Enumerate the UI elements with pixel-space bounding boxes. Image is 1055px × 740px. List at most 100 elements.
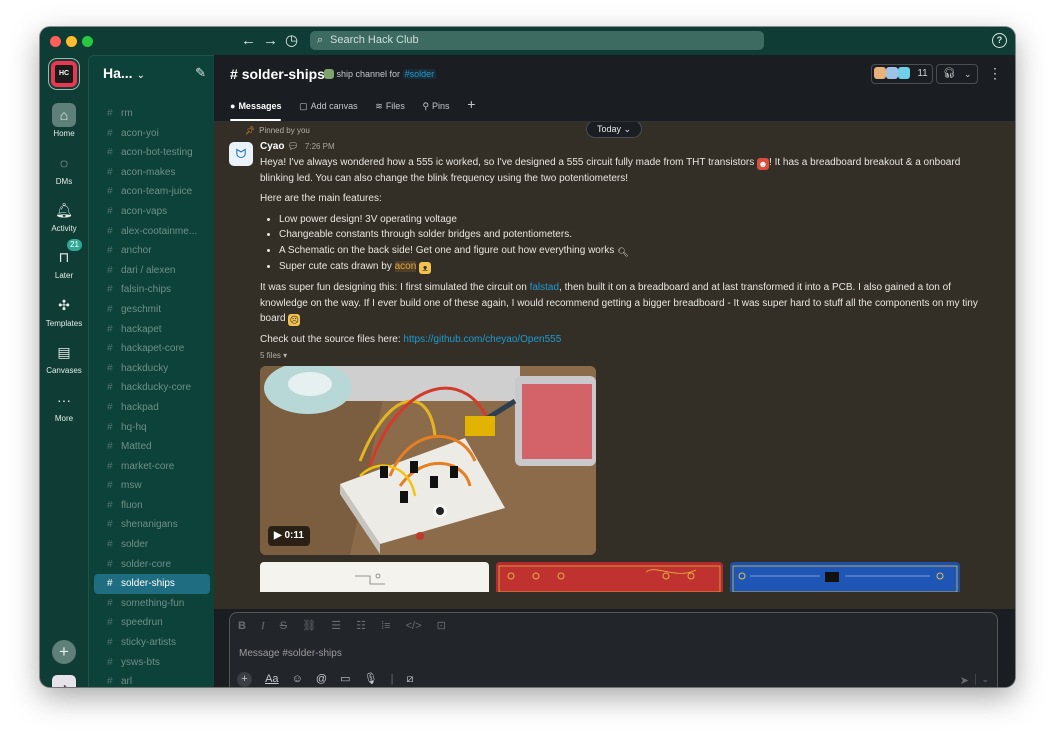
member-avatar [885, 67, 898, 80]
add-workspace-button[interactable]: + [52, 640, 76, 664]
huddle-button[interactable]: 🎧︎ ⌄ [936, 64, 978, 84]
message-time[interactable]: 7:26 PM [305, 142, 335, 151]
rail-item-home[interactable]: ⌂ Home [40, 103, 88, 138]
video-play-button[interactable]: ▶ 0:11 [268, 526, 310, 546]
members-button[interactable]: 11 [871, 64, 933, 84]
sidebar-item-channel[interactable]: # sticky-artists [89, 633, 215, 653]
sidebar-item-channel[interactable]: # geschmit [89, 300, 215, 320]
emoji-icon[interactable]: ☺ [292, 673, 303, 685]
sidebar-item-channel[interactable]: # dari / alexen [89, 261, 215, 281]
bullet-list-icon[interactable]: ☷ [356, 620, 366, 632]
ordered-list-icon[interactable]: ☰ [331, 620, 341, 632]
tab-files[interactable]: ≋ Files [375, 95, 405, 121]
sidebar-item-channel[interactable]: # acon-bot-testing [89, 143, 215, 163]
back-arrow-icon[interactable]: ← [241, 32, 256, 50]
author-avatar[interactable]: ᗢ [229, 142, 253, 166]
sidebar-item-channel[interactable]: # solder [89, 535, 215, 555]
pcb-back-thumbnail[interactable] [730, 562, 960, 592]
attach-plus-button[interactable]: + [237, 672, 252, 687]
add-tab-button[interactable]: + [467, 93, 475, 119]
mention-icon[interactable]: @ [316, 673, 327, 685]
hash-icon: # [107, 480, 113, 492]
link-icon[interactable]: ⛓ [302, 620, 316, 632]
channel-label: arl [121, 676, 133, 687]
sidebar-item-channel[interactable]: # speedrun [89, 613, 215, 633]
sidebar-item-channel[interactable]: # msw [89, 476, 215, 496]
tab-pins[interactable]: ⚲ Pins [422, 95, 449, 121]
formatting-toggle-button[interactable]: Aa [265, 673, 278, 685]
github-link[interactable]: https://github.com/cheyao/Open555 [403, 334, 561, 345]
workspace-logo[interactable]: HC [51, 61, 77, 87]
forward-arrow-icon[interactable]: → [263, 32, 278, 50]
sidebar-item-channel[interactable]: # fluon [89, 496, 215, 516]
code-block-icon[interactable]: ⊡ [437, 620, 446, 632]
bold-icon[interactable]: B [238, 620, 246, 632]
hash-icon: # [107, 499, 113, 511]
author-name[interactable]: Cyao [260, 141, 284, 152]
strikethrough-icon[interactable]: S [280, 620, 287, 632]
rail-item-activity[interactable]: 🔔︎ Activity [40, 198, 88, 233]
channel-label: acon-team-juice [121, 186, 193, 198]
message-input[interactable]: Message #solder-ships [239, 648, 342, 659]
user-avatar[interactable]: ◕ [52, 675, 76, 687]
microphone-icon[interactable]: 🎙︎ [364, 672, 378, 685]
sidebar-item-channel[interactable]: # acon-team-juice [89, 182, 215, 202]
sidebar-item-channel[interactable]: # alex-cootainme... [89, 222, 215, 242]
rail-item-later[interactable]: ⊓ 21 Later [40, 239, 88, 280]
sidebar-item-channel[interactable]: # acon-yoi [89, 124, 215, 144]
search-bar[interactable]: ⌕ Search Hack Club [310, 31, 764, 50]
sidebar-item-channel[interactable]: # acon-vaps [89, 202, 215, 222]
code-icon[interactable]: </> [406, 620, 422, 632]
rail-item-canvases[interactable]: ▤ Canvases [40, 340, 88, 375]
falstad-link[interactable]: falstad [530, 282, 559, 293]
compose-icon[interactable]: ✎ [195, 65, 206, 81]
files-toggle[interactable]: 5 files ▾ [260, 351, 287, 360]
blockquote-icon[interactable]: ⁞≡ [381, 620, 390, 632]
sidebar-item-channel[interactable]: # acon-makes [89, 163, 215, 183]
channel-label: acon-makes [121, 166, 176, 178]
sidebar-item-channel[interactable]: # shenanigans [89, 515, 215, 535]
sidebar-item-channel[interactable]: # rm [89, 104, 215, 124]
sidebar-item-channel[interactable]: # hackpad [89, 398, 215, 418]
topic-channel-link[interactable]: #solder [402, 69, 437, 79]
sidebar-item-channel[interactable]: # market-core [89, 457, 215, 477]
sidebar-item-channel[interactable]: # ysws-bts [89, 653, 215, 673]
slash-command-icon[interactable]: ⧄ [407, 673, 414, 686]
minimize-window-button[interactable] [66, 36, 77, 47]
history-clock-icon[interactable]: ◷ [285, 32, 298, 50]
sidebar-item-channel[interactable]: # hackapet [89, 320, 215, 340]
app-window: ← → ◷ ⌕ Search Hack Club ? HC ⌂ Home ◌ D… [40, 27, 1015, 687]
sidebar-item-active-channel[interactable]: # solder-ships [94, 574, 210, 594]
sidebar-item-channel[interactable]: # something-fun [89, 594, 215, 614]
sidebar-item-channel[interactable]: # anchor [89, 241, 215, 261]
zoom-window-button[interactable] [82, 36, 93, 47]
video-clip-icon[interactable]: ▭ [340, 672, 350, 685]
sidebar-item-channel[interactable]: # hackducky-core [89, 378, 215, 398]
rail-item-templates[interactable]: ✣ Templates [40, 293, 88, 328]
workspace-name[interactable]: Ha... ⌄ [103, 65, 145, 81]
more-options-icon[interactable]: ⋮ [988, 64, 1002, 82]
sidebar-item-channel[interactable]: # hackducky [89, 359, 215, 379]
sidebar-item-channel[interactable]: # solder-core [89, 555, 215, 575]
hash-icon: # [107, 362, 113, 374]
pcb-front-thumbnail[interactable] [496, 562, 723, 592]
help-icon[interactable]: ? [992, 33, 1007, 48]
schematic-thumbnail[interactable] [260, 562, 489, 592]
tab-messages[interactable]: ● Messages [230, 95, 282, 121]
channel-title[interactable]: # solder-ships [230, 66, 325, 82]
user-mention[interactable]: acon [394, 260, 417, 272]
sidebar-item-channel[interactable]: # hackapet-core [89, 339, 215, 359]
rail-item-more[interactable]: ··· More [40, 388, 88, 423]
date-divider-button[interactable]: Today ⌄ [586, 122, 643, 138]
tab-add-canvas[interactable]: ▢ Add canvas [299, 95, 358, 121]
video-attachment[interactable]: ▶ 0:11 [260, 366, 596, 555]
close-window-button[interactable] [50, 36, 61, 47]
italic-icon[interactable]: I [261, 620, 265, 632]
sidebar-item-channel[interactable]: # falsin-chips [89, 280, 215, 300]
schedule-send-chevron-icon[interactable]: ⌄ [975, 674, 989, 685]
sidebar-item-channel[interactable]: # arl [89, 672, 215, 687]
rail-item-dms[interactable]: ◌ DMs [40, 151, 88, 186]
send-icon[interactable]: ➤ [960, 674, 969, 687]
sidebar-item-channel[interactable]: # Matted [89, 437, 215, 457]
sidebar-item-channel[interactable]: # hq-hq [89, 418, 215, 438]
